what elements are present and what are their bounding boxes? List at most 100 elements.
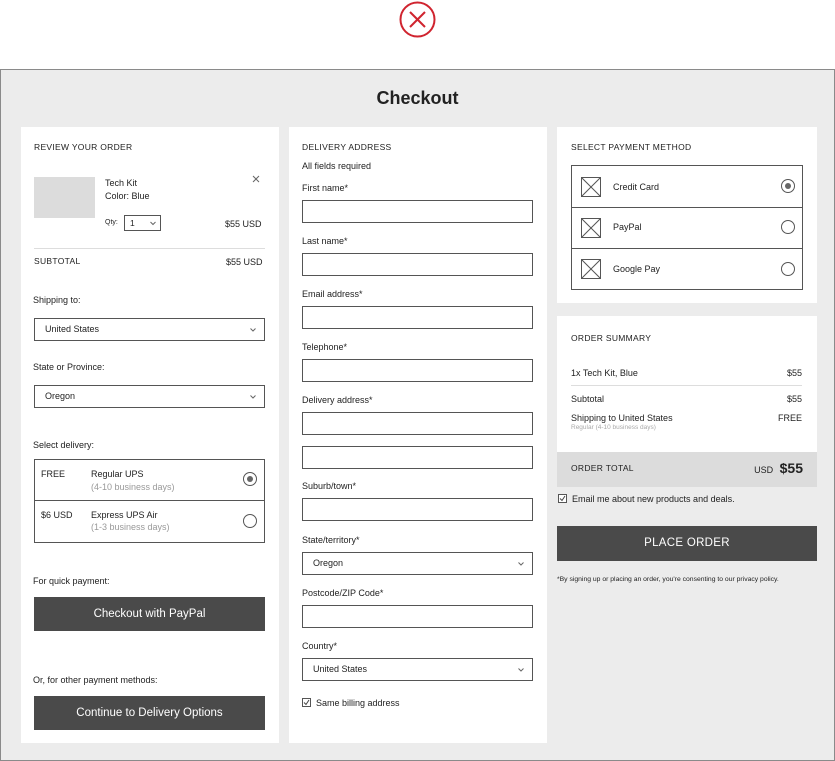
payment-option-credit-card[interactable]: Credit Card [572, 166, 802, 208]
summary-subtotal-label: Subtotal [571, 394, 605, 404]
payment-heading: SELECT PAYMENT METHOD [571, 142, 692, 152]
state-label: State or Province: [33, 362, 105, 372]
summary-shipping-note: Regular (4-10 business days) [571, 424, 656, 431]
order-total-currency: USD [754, 465, 774, 475]
same-billing-label: Same billing address [316, 698, 400, 708]
payment-label: PayPal [613, 222, 642, 232]
order-total-bar: ORDER TOTAL USD $55 [557, 452, 817, 487]
payment-option-google-pay[interactable]: Google Pay [572, 249, 802, 289]
checkout-frame: Checkout REVIEW YOUR ORDER Tech Kit Colo… [0, 69, 835, 761]
country-select[interactable]: United States [302, 658, 533, 681]
product-name: Tech Kit [105, 178, 138, 188]
summary-item-value: $55 [786, 368, 802, 378]
chevron-down-icon [518, 562, 524, 566]
subtotal-label: SUBTOTAL [34, 256, 81, 266]
page-title: Checkout [376, 88, 459, 108]
order-total-label: ORDER TOTAL [571, 463, 634, 473]
state-select[interactable]: Oregon [34, 385, 265, 408]
payment-radio[interactable] [781, 179, 795, 193]
suburb-field[interactable] [302, 498, 533, 521]
product-color: Color: Blue [105, 191, 150, 201]
delivery-radio[interactable] [243, 472, 257, 486]
email-opt-checkbox[interactable] [558, 494, 567, 503]
summary-subtotal-value: $55 [786, 394, 802, 404]
delivery-radio[interactable] [243, 514, 257, 528]
email-opt-label: Email me about new products and deals. [572, 494, 735, 504]
state-territory-select[interactable]: Oregon [302, 552, 533, 575]
summary-shipping-label: Shipping to United States [571, 413, 673, 423]
first-name-field[interactable] [302, 200, 533, 223]
other-payment-label: Or, for other payment methods: [33, 675, 158, 685]
state-value: Oregon [45, 391, 76, 401]
delivery-days: (1-3 business days) [91, 522, 170, 532]
check-icon [303, 699, 310, 706]
payment-label: Google Pay [613, 264, 661, 274]
payment-radio[interactable] [781, 262, 795, 276]
privacy-disclaimer: *By signing up or placing an order, you'… [557, 576, 779, 583]
delivery-label: Select delivery: [33, 440, 95, 450]
email-label: Email address* [302, 289, 363, 299]
delivery-option-express[interactable]: $6 USD Express UPS Air (1-3 business day… [35, 501, 264, 542]
address-line1-field[interactable] [302, 412, 533, 435]
order-total-value: $55 [779, 460, 803, 476]
summary-item-label: 1x Tech Kit, Blue [571, 368, 638, 378]
country-label: Country* [302, 641, 338, 651]
postcode-label: Postcode/ZIP Code* [302, 588, 384, 598]
close-icon[interactable] [399, 1, 436, 38]
divider [34, 248, 265, 249]
delivery-name: Regular UPS [91, 469, 144, 479]
state-territory-label: State/territory* [302, 535, 360, 545]
telephone-field[interactable] [302, 359, 533, 382]
shipping-label: Shipping to: [33, 295, 81, 305]
last-name-label: Last name* [302, 236, 348, 246]
delivery-options: FREE Regular UPS (4-10 business days) $6… [34, 459, 265, 543]
remove-item-icon[interactable] [251, 171, 261, 183]
state-territory-value: Oregon [313, 558, 344, 568]
shipping-country-select[interactable]: United States [34, 318, 265, 341]
credit-card-icon [581, 177, 601, 197]
divider [571, 385, 802, 386]
paypal-icon [581, 218, 601, 238]
delivery-name: Express UPS Air [91, 510, 158, 520]
delivery-price: FREE [41, 469, 66, 479]
payment-label: Credit Card [613, 182, 660, 192]
address-line2-field[interactable] [302, 446, 533, 469]
product-price: $55 USD [225, 219, 262, 229]
telephone-label: Telephone* [302, 342, 348, 352]
payment-options: Credit Card PayPal Google Pay [571, 165, 803, 290]
place-order-button[interactable]: PLACE ORDER [557, 526, 817, 561]
delivery-price: $6 USD [41, 510, 73, 520]
continue-delivery-button[interactable]: Continue to Delivery Options [34, 696, 265, 730]
chevron-down-icon [250, 328, 256, 332]
product-image [34, 177, 95, 218]
first-name-label: First name* [302, 183, 349, 193]
chevron-down-icon [150, 221, 156, 226]
suburb-label: Suburb/town* [302, 481, 357, 491]
chevron-down-icon [250, 395, 256, 399]
delivery-heading: DELIVERY ADDRESS [302, 142, 392, 152]
chevron-down-icon [518, 668, 524, 672]
postcode-field[interactable] [302, 605, 533, 628]
qty-select[interactable]: 1 [124, 215, 161, 231]
payment-radio[interactable] [781, 220, 795, 234]
order-summary-panel: ORDER SUMMARY 1x Tech Kit, Blue $55 Subt… [557, 316, 817, 487]
quick-payment-label: For quick payment: [33, 576, 110, 586]
summary-heading: ORDER SUMMARY [571, 333, 652, 343]
summary-shipping-value: FREE [777, 413, 802, 423]
delivery-address-panel: DELIVERY ADDRESS All fields required Fir… [289, 127, 547, 743]
shipping-country-value: United States [45, 324, 100, 334]
last-name-field[interactable] [302, 253, 533, 276]
qty-label: Qty: [105, 219, 118, 226]
payment-method-panel: SELECT PAYMENT METHOD Credit Card PayPal [557, 127, 817, 303]
google-pay-icon [581, 259, 601, 279]
subtotal-value: $55 USD [226, 257, 263, 267]
address-label: Delivery address* [302, 395, 373, 405]
country-value: United States [313, 664, 368, 674]
qty-value: 1 [130, 218, 135, 228]
email-field[interactable] [302, 306, 533, 329]
payment-option-paypal[interactable]: PayPal [572, 208, 802, 249]
checkout-paypal-button[interactable]: Checkout with PayPal [34, 597, 265, 631]
same-billing-checkbox[interactable] [302, 698, 311, 707]
delivery-option-regular[interactable]: FREE Regular UPS (4-10 business days) [35, 460, 264, 501]
order-total-amount: USD $55 [754, 460, 803, 478]
